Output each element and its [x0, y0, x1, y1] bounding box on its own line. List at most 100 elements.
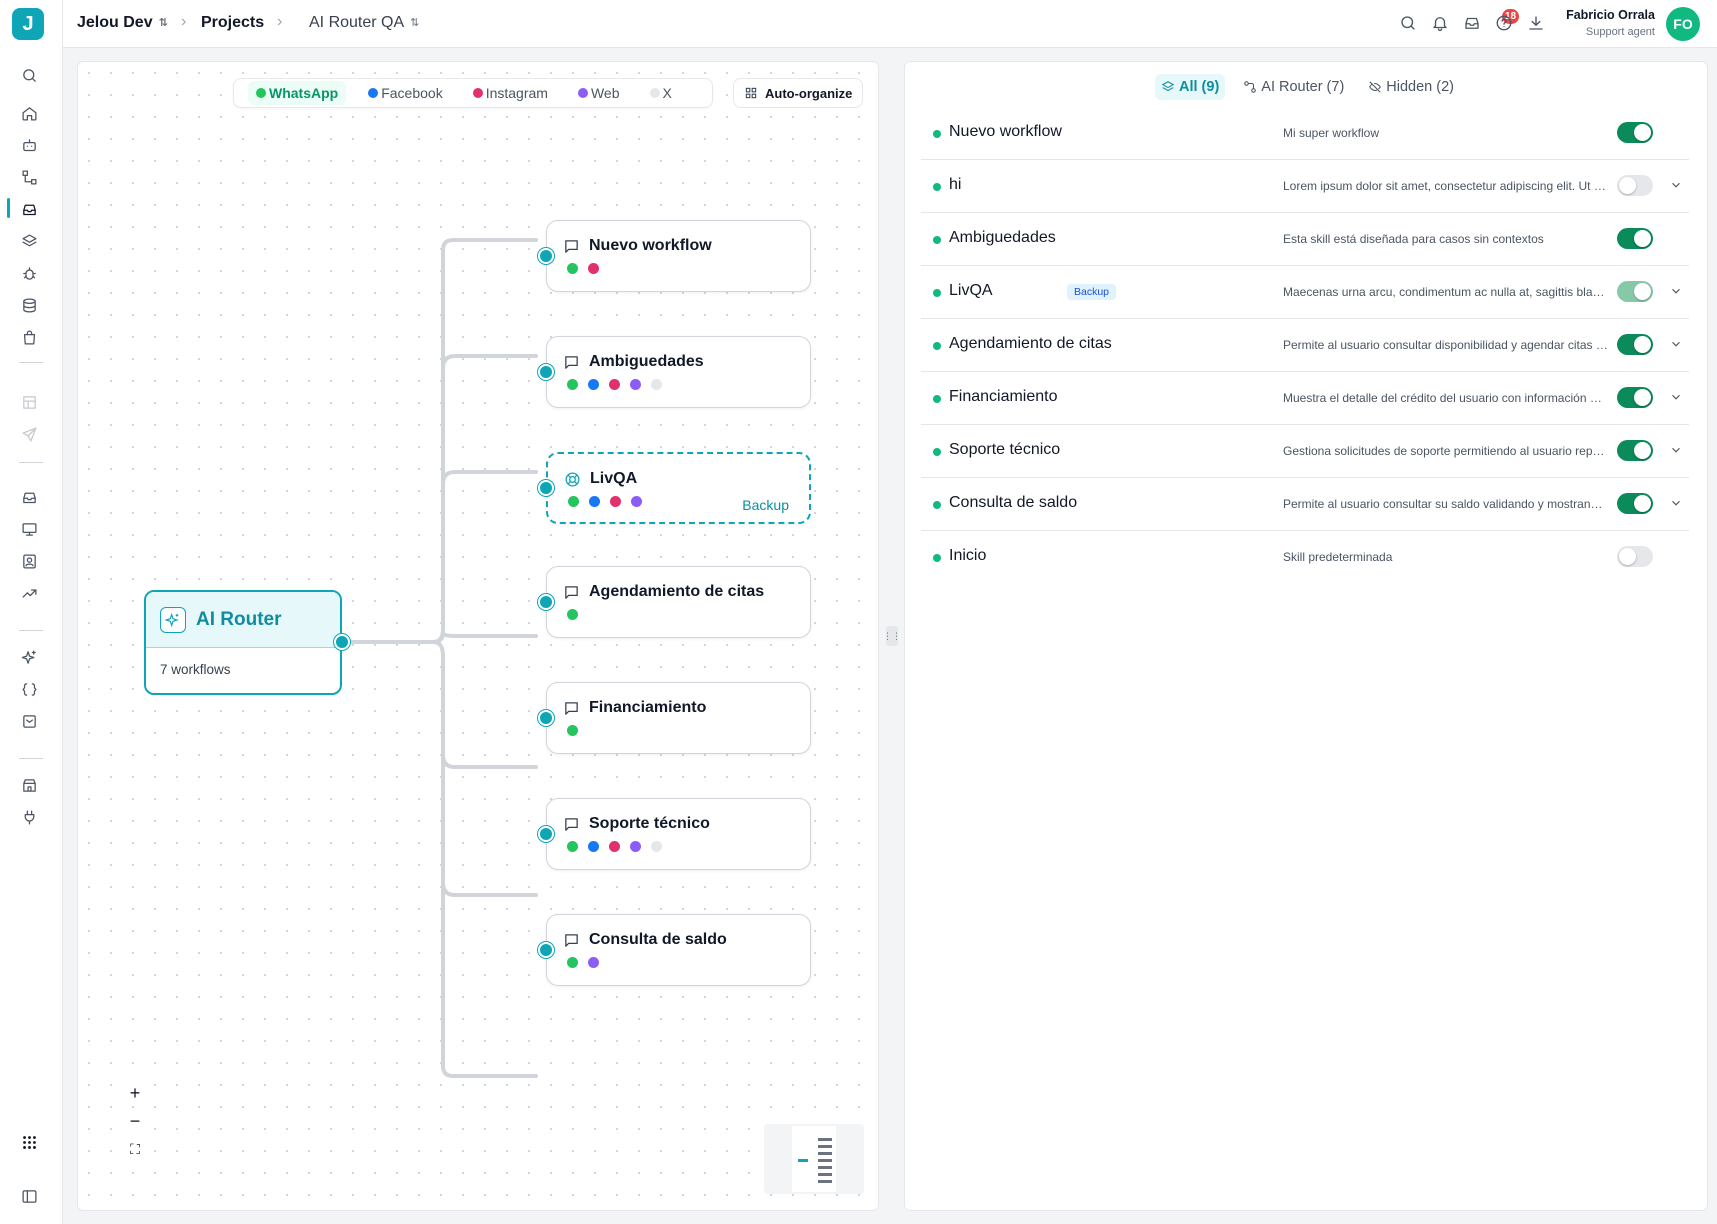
- workflow-node[interactable]: Financiamiento: [546, 682, 811, 754]
- chevron-down-icon[interactable]: [1669, 443, 1685, 459]
- panel-toggle-icon[interactable]: [19, 1186, 39, 1206]
- tab-ai-router[interactable]: AI Router (7): [1237, 74, 1350, 100]
- skill-description: Muestra el detalle del crédito del usuar…: [1283, 391, 1608, 405]
- facebook-icon: [589, 496, 600, 507]
- chat-icon: [563, 816, 581, 834]
- bell-icon[interactable]: [1431, 14, 1451, 34]
- status-dot: [933, 448, 941, 456]
- workflow-node[interactable]: Consulta de saldo: [546, 914, 811, 986]
- help-icon[interactable]: [1495, 14, 1515, 34]
- chevron-down-icon[interactable]: [1669, 390, 1685, 406]
- skill-row[interactable]: LivQA Backup Maecenas urna arcu, condiment…: [921, 266, 1689, 319]
- skill-row[interactable]: Inicio Skill predeterminada: [921, 531, 1689, 584]
- skill-row[interactable]: Ambiguedades Esta skill está diseñada par…: [921, 213, 1689, 266]
- skill-enabled-toggle[interactable]: [1617, 546, 1653, 567]
- chevron-down-icon[interactable]: [1669, 337, 1685, 353]
- breadcrumb-workspace[interactable]: Jelou Dev ⇅: [77, 14, 168, 32]
- workflow-input-handle[interactable]: [538, 710, 554, 726]
- auto-organize-button[interactable]: Auto-organize: [733, 78, 864, 108]
- plug-icon[interactable]: [19, 807, 39, 827]
- skill-enabled-toggle[interactable]: [1617, 493, 1653, 514]
- skill-row[interactable]: Consulta de saldo Permite al usuario cons…: [921, 478, 1689, 531]
- workflow-input-handle[interactable]: [538, 364, 554, 380]
- skill-row[interactable]: Agendamiento de citas Permite al usuario …: [921, 319, 1689, 372]
- workflow-input-handle[interactable]: [538, 594, 554, 610]
- workflow-node[interactable]: Nuevo workflow: [546, 220, 811, 292]
- database-icon[interactable]: [19, 295, 39, 315]
- fit-view-button[interactable]: ⛶: [122, 1138, 148, 1160]
- home-icon[interactable]: [19, 103, 39, 123]
- zoom-in-button[interactable]: +: [122, 1082, 148, 1104]
- bag-icon[interactable]: [19, 327, 39, 347]
- skill-enabled-toggle[interactable]: [1617, 175, 1653, 196]
- instagram-icon: [609, 841, 620, 852]
- contact-icon[interactable]: [19, 551, 39, 571]
- channel-filter-instagram[interactable]: Instagram: [465, 81, 556, 105]
- workflow-node[interactable]: Soporte técnico: [546, 798, 811, 870]
- layers-icon[interactable]: [19, 231, 39, 251]
- channel-label: Instagram: [485, 85, 548, 101]
- search-icon[interactable]: [19, 65, 39, 85]
- ai-router-node[interactable]: AI Router 7 workflows: [144, 590, 342, 695]
- skill-enabled-toggle[interactable]: [1617, 387, 1653, 408]
- skill-row[interactable]: Nuevo workflow Mi super workflow: [921, 107, 1689, 160]
- minimap[interactable]: [764, 1124, 864, 1194]
- workflow-channels: [567, 957, 599, 968]
- channel-filter-web[interactable]: Web: [570, 81, 628, 105]
- workflow-channels: [567, 725, 578, 736]
- skill-enabled-toggle[interactable]: [1617, 228, 1653, 249]
- monitor-icon[interactable]: [19, 519, 39, 539]
- zoom-out-button[interactable]: −: [122, 1110, 148, 1132]
- skill-row[interactable]: Soporte técnico Gestiona solicitudes de s…: [921, 425, 1689, 478]
- chat-icon: [563, 354, 581, 372]
- skill-row[interactable]: Financiamiento Muestra el detalle del cré…: [921, 372, 1689, 425]
- bug-icon[interactable]: [19, 263, 39, 283]
- breadcrumb-project[interactable]: AI Router QA ⇅: [309, 14, 419, 32]
- workflow-input-handle[interactable]: [538, 942, 554, 958]
- flow-icon[interactable]: [19, 167, 39, 187]
- chevron-down-icon[interactable]: [1669, 496, 1685, 512]
- channel-filter-whatsapp[interactable]: WhatsApp: [248, 81, 347, 105]
- breadcrumb-projects[interactable]: Projects: [201, 14, 264, 32]
- template-icon[interactable]: [19, 392, 39, 412]
- app-logo[interactable]: J: [12, 8, 44, 40]
- tab-hidden[interactable]: Hidden (2): [1362, 74, 1460, 100]
- workflow-node[interactable]: Ambiguedades: [546, 336, 811, 408]
- braces-icon[interactable]: [19, 679, 39, 699]
- skill-name: Inicio: [949, 547, 987, 564]
- apps-grid-icon[interactable]: [19, 1132, 39, 1152]
- status-dot: [933, 289, 941, 297]
- channel-filter-x[interactable]: X: [642, 81, 680, 105]
- sparkles-icon[interactable]: [19, 647, 39, 667]
- send-icon[interactable]: [19, 424, 39, 444]
- workflow-input-handle[interactable]: [538, 248, 554, 264]
- chevron-down-icon[interactable]: [1669, 284, 1685, 300]
- bot-icon[interactable]: [19, 135, 39, 155]
- store-icon[interactable]: [19, 775, 39, 795]
- avatar[interactable]: FO: [1666, 7, 1700, 41]
- workflow-input-handle[interactable]: [538, 480, 554, 496]
- search-icon[interactable]: [1399, 14, 1419, 34]
- download-icon[interactable]: [1527, 14, 1547, 34]
- workflow-node[interactable]: LivQA Backup: [546, 452, 811, 524]
- skill-enabled-toggle[interactable]: [1617, 281, 1653, 302]
- flow-canvas[interactable]: WhatsApp Facebook Instagram Web X Auto-o…: [77, 61, 879, 1211]
- router-output-handle[interactable]: [334, 634, 350, 650]
- chevron-down-icon[interactable]: [1669, 178, 1685, 194]
- channel-filter-facebook[interactable]: Facebook: [360, 81, 450, 105]
- inbox-icon[interactable]: [1463, 14, 1483, 34]
- project-name: AI Router QA: [309, 14, 405, 31]
- workflow-node[interactable]: Agendamiento de citas: [546, 566, 811, 638]
- archive-icon[interactable]: [19, 711, 39, 731]
- skill-row[interactable]: hi Lorem ipsum dolor sit amet, consectetu…: [921, 160, 1689, 213]
- panel-resize-handle[interactable]: ⋮⋮: [883, 626, 901, 646]
- workflow-input-handle[interactable]: [538, 826, 554, 842]
- skill-enabled-toggle[interactable]: [1617, 122, 1653, 143]
- skill-enabled-toggle[interactable]: [1617, 334, 1653, 355]
- inbox-stack-icon[interactable]: [19, 199, 39, 219]
- trending-icon[interactable]: [19, 583, 39, 603]
- tray-icon[interactable]: [19, 487, 39, 507]
- tab-all[interactable]: All (9): [1155, 74, 1226, 100]
- skill-enabled-toggle[interactable]: [1617, 440, 1653, 461]
- skill-name: hi: [949, 176, 962, 193]
